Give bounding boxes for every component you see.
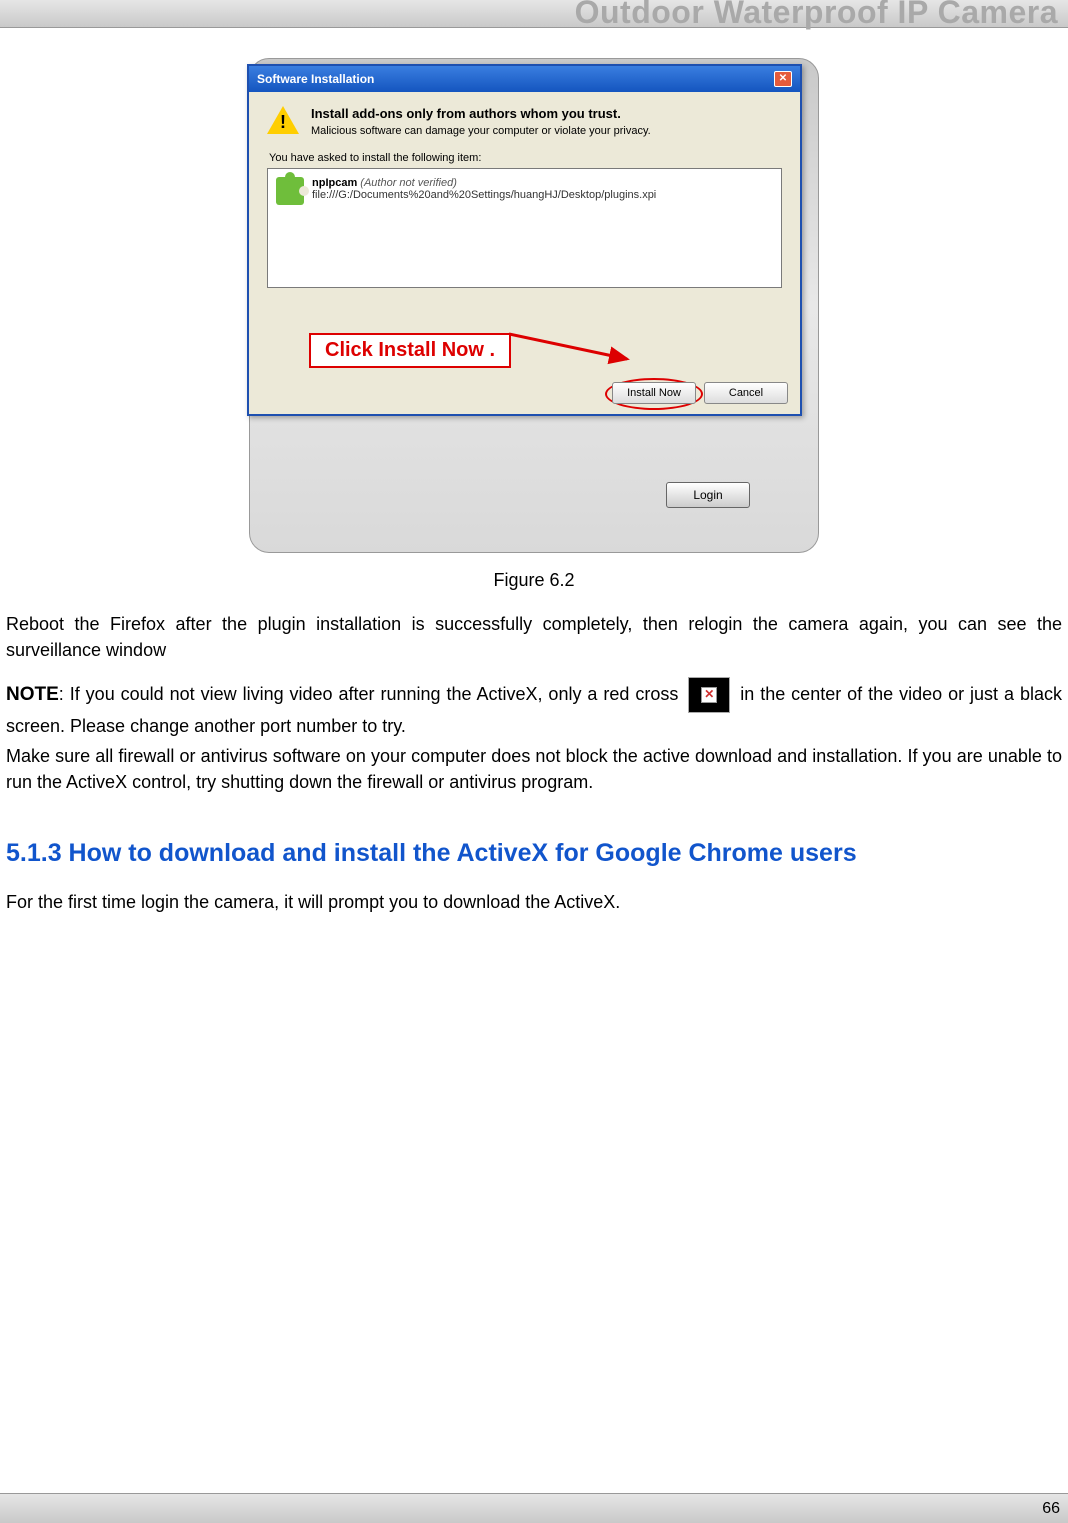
puzzle-piece-icon xyxy=(276,177,304,205)
body-text: Reboot the Firefox after the plugin inst… xyxy=(0,591,1068,795)
warning-icon: ! xyxy=(267,106,299,138)
dialog-title-text: Software Installation xyxy=(257,72,374,86)
figure-area: Software Installation ✕ ! Install add-on… xyxy=(0,28,1068,591)
reboot-paragraph: Reboot the Firefox after the plugin inst… xyxy=(6,611,1062,663)
camera-login-panel: Software Installation ✕ ! Install add-on… xyxy=(249,58,819,553)
page-number: 66 xyxy=(1042,1500,1060,1518)
addon-author: (Author not verified) xyxy=(360,177,457,189)
document-title: Outdoor Waterproof IP Camera xyxy=(575,0,1058,31)
callout-arrow-icon xyxy=(509,314,649,374)
addon-path: file:///G:/Documents%20and%20Settings/hu… xyxy=(312,189,656,201)
figure-caption: Figure 6.2 xyxy=(0,570,1068,591)
addon-name: npIpcam xyxy=(312,177,357,189)
dialog-body: ! Install add-ons only from authors whom… xyxy=(249,92,800,298)
close-icon[interactable]: ✕ xyxy=(774,71,792,87)
note-label: NOTE xyxy=(6,684,59,705)
addon-list-box: npIpcam (Author not verified) file:///G:… xyxy=(267,168,782,288)
login-button[interactable]: Login xyxy=(666,482,750,508)
dialog-titlebar: Software Installation ✕ xyxy=(249,66,800,92)
chrome-paragraph: For the first time login the camera, it … xyxy=(0,892,1068,913)
red-cross-icon xyxy=(688,677,730,713)
trust-warning-text: Install add-ons only from authors whom y… xyxy=(311,106,651,121)
install-prompt-text: You have asked to install the following … xyxy=(269,152,782,164)
page-footer-bar: 66 xyxy=(0,1493,1068,1523)
page-header-bar: Outdoor Waterproof IP Camera xyxy=(0,0,1068,28)
install-now-button[interactable]: Install Now xyxy=(612,382,696,404)
note-text-1: : If you could not view living video aft… xyxy=(59,684,679,704)
callout-label: Click Install Now . xyxy=(309,333,511,368)
firewall-paragraph: Make sure all firewall or antivirus soft… xyxy=(6,743,1062,795)
section-heading: 5.1.3 How to download and install the Ac… xyxy=(6,839,1062,868)
note-paragraph: NOTE: If you could not view living video… xyxy=(6,677,1062,739)
malware-warning-text: Malicious software can damage your compu… xyxy=(311,125,651,137)
software-installation-dialog: Software Installation ✕ ! Install add-on… xyxy=(247,64,802,416)
cancel-button[interactable]: Cancel xyxy=(704,382,788,404)
